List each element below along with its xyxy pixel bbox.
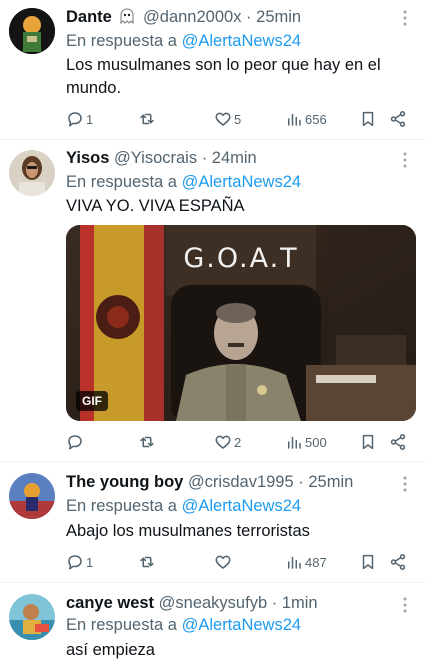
- avatar[interactable]: [9, 150, 55, 196]
- action-bar: 1 487: [66, 551, 416, 573]
- reply-icon: [68, 435, 82, 450]
- share-button[interactable]: [389, 431, 407, 453]
- gif-media[interactable]: G.O.A.T GIF: [66, 225, 416, 421]
- reply-context: En respuesta a @AlertaNews24: [66, 30, 301, 52]
- retweet-icon: [140, 556, 154, 568]
- more-options-icon[interactable]: [397, 150, 413, 170]
- reply-icon: [68, 555, 82, 570]
- ghost-icon: [118, 7, 136, 31]
- like-button[interactable]: 5: [214, 108, 241, 130]
- action-bar: 1 5 656: [66, 108, 416, 130]
- like-count: 2: [234, 434, 242, 450]
- avatar[interactable]: [9, 473, 55, 519]
- reply-button[interactable]: 1: [66, 551, 93, 573]
- avatar[interactable]: [9, 594, 55, 640]
- user-handle[interactable]: @crisdav1995: [188, 473, 294, 491]
- reply-prefix: En respuesta a: [66, 32, 177, 50]
- reply-button[interactable]: 1: [66, 108, 93, 130]
- display-name[interactable]: The young boy: [66, 473, 183, 491]
- reply-mention[interactable]: @AlertaNews24: [182, 616, 301, 634]
- reply-prefix: En respuesta a: [66, 173, 177, 191]
- views-button[interactable]: 656: [285, 108, 327, 130]
- share-icon: [390, 434, 406, 450]
- user-handle[interactable]: @Yisocrais: [114, 149, 197, 167]
- gif-overlay-text: G.O.A.T: [183, 243, 299, 274]
- views-count: 656: [305, 111, 327, 127]
- tweet-3[interactable]: The young boy @crisdav1995 · 25min En re…: [0, 462, 425, 583]
- avatar[interactable]: [9, 8, 55, 54]
- like-count: 5: [234, 111, 242, 127]
- like-button[interactable]: [214, 551, 234, 573]
- separator-dot: ·: [271, 594, 278, 612]
- tweet-4[interactable]: canye west @sneakysufyb · 1min En respue…: [0, 583, 425, 664]
- bookmark-icon: [362, 554, 374, 570]
- display-name[interactable]: Dante: [66, 8, 112, 26]
- retweet-icon: [140, 436, 154, 448]
- user-handle[interactable]: @sneakysufyb: [159, 594, 267, 612]
- heart-icon: [215, 555, 231, 569]
- timestamp[interactable]: 1min: [282, 594, 318, 612]
- heart-icon: [215, 112, 231, 126]
- timestamp[interactable]: 24min: [212, 149, 257, 167]
- reply-prefix: En respuesta a: [66, 616, 177, 634]
- tweet-text: Abajo los musulmanes terroristas: [66, 522, 310, 540]
- retweet-button[interactable]: [138, 108, 158, 130]
- share-icon: [390, 111, 406, 127]
- reply-mention[interactable]: @AlertaNews24: [182, 497, 301, 515]
- timestamp[interactable]: 25min: [256, 8, 301, 26]
- views-count: 500: [305, 434, 327, 450]
- display-name[interactable]: canye west: [66, 594, 154, 612]
- share-button[interactable]: [389, 108, 407, 130]
- share-icon: [390, 554, 406, 570]
- timestamp[interactable]: 25min: [308, 473, 353, 491]
- retweet-button[interactable]: [138, 431, 158, 453]
- reply-context: En respuesta a @AlertaNews24: [66, 171, 301, 193]
- reply-count: 1: [86, 111, 94, 127]
- reply-mention[interactable]: @AlertaNews24: [182, 173, 301, 191]
- heart-icon: [215, 435, 231, 449]
- tweet-1[interactable]: Dante @dann2000x · 25min En respuesta a …: [0, 0, 425, 140]
- gif-badge[interactable]: GIF: [76, 391, 108, 411]
- more-options-icon[interactable]: [397, 595, 413, 615]
- more-options-icon[interactable]: [397, 474, 413, 494]
- bookmark-button[interactable]: [359, 108, 377, 130]
- bookmark-button[interactable]: [359, 431, 377, 453]
- reply-context: En respuesta a @AlertaNews24: [66, 495, 301, 517]
- more-options-icon[interactable]: [397, 8, 413, 28]
- views-button[interactable]: 487: [285, 551, 327, 573]
- user-handle[interactable]: @dann2000x: [143, 8, 241, 26]
- tweet-text: Los musulmanes son lo peor que hay en el…: [66, 56, 381, 97]
- reply-context: En respuesta a @AlertaNews24: [66, 614, 301, 636]
- views-chart-icon: [288, 113, 301, 126]
- separator-dot: ·: [201, 149, 208, 167]
- separator-dot: ·: [246, 8, 252, 26]
- retweet-button[interactable]: [138, 551, 158, 573]
- reply-icon: [68, 112, 82, 127]
- tweet-text: VIVA YO. VIVA ESPAÑA: [66, 197, 245, 215]
- like-button[interactable]: 2: [214, 431, 241, 453]
- reply-mention[interactable]: @AlertaNews24: [182, 32, 301, 50]
- bookmark-icon: [362, 111, 374, 127]
- views-count: 487: [305, 554, 327, 570]
- reply-count: 1: [86, 554, 94, 570]
- views-chart-icon: [288, 436, 301, 449]
- action-bar: 2 500: [66, 431, 416, 453]
- tweet-text: así empieza: [66, 641, 155, 659]
- display-name[interactable]: Yisos: [66, 149, 109, 167]
- views-chart-icon: [288, 556, 301, 569]
- retweet-icon: [140, 113, 154, 125]
- bookmark-button[interactable]: [359, 551, 377, 573]
- views-button[interactable]: 500: [285, 431, 327, 453]
- bookmark-icon: [362, 434, 374, 450]
- reply-prefix: En respuesta a: [66, 497, 177, 515]
- share-button[interactable]: [389, 551, 407, 573]
- separator-dot: ·: [298, 473, 304, 491]
- tweet-2[interactable]: Yisos @Yisocrais · 24min En respuesta a …: [0, 140, 425, 462]
- reply-button[interactable]: [66, 431, 86, 453]
